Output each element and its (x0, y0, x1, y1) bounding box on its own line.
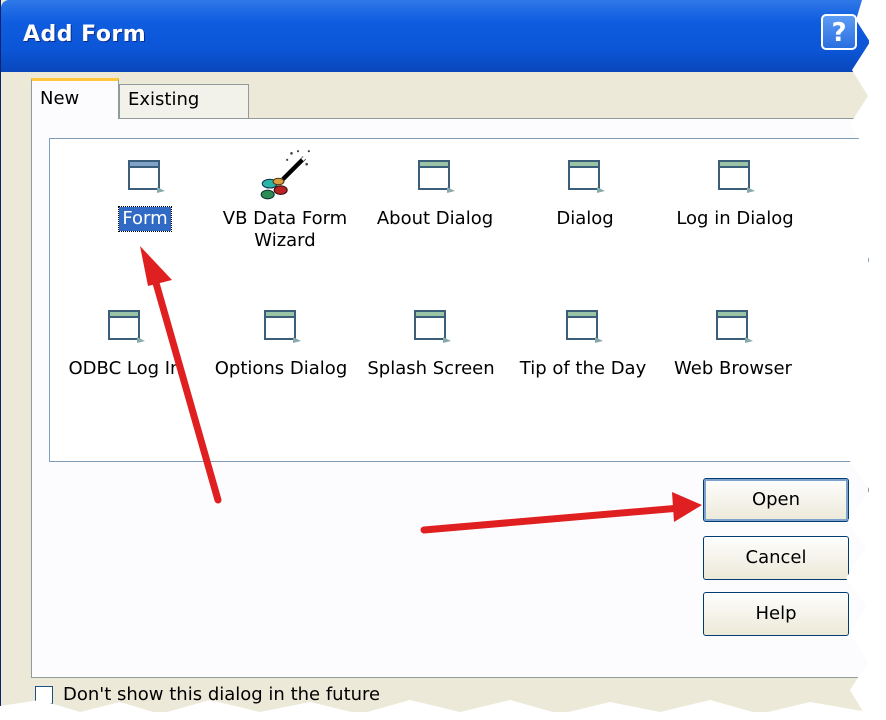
list-item-form[interactable]: Form (70, 153, 220, 232)
form-icon (108, 310, 145, 343)
list-item-splash-screen[interactable]: Splash Screen (356, 303, 506, 381)
item-label: Log in Dialog (676, 208, 794, 229)
item-label: About Dialog (376, 208, 494, 229)
form-icon (566, 310, 603, 343)
list-item-dialog[interactable]: Dialog (510, 153, 660, 231)
item-label: ODBC Log In (68, 358, 182, 379)
form-icon (414, 310, 451, 343)
cancel-button[interactable]: Cancel (703, 536, 849, 580)
list-item-vb-data-form-wizard[interactable]: VB Data Form Wizard (210, 149, 360, 253)
item-label: Tip of the Day (519, 358, 647, 379)
item-label: VB Data Form Wizard (222, 208, 348, 251)
tab-existing[interactable]: Existing (119, 84, 249, 118)
list-item-tip-of-the-day[interactable]: Tip of the Day (508, 303, 658, 381)
item-label: Options Dialog (214, 358, 348, 379)
item-label: Dialog (556, 208, 614, 229)
wizard-icon (260, 150, 310, 200)
form-icon (128, 160, 165, 193)
form-icon (418, 160, 455, 193)
window-title: Add Form (23, 22, 147, 47)
tab-new[interactable]: New (31, 78, 119, 119)
item-label: Form (118, 206, 172, 232)
help-question-icon[interactable]: ? (821, 14, 857, 50)
item-label: Web Browser (674, 358, 792, 379)
form-icon (718, 160, 755, 193)
help-button[interactable]: Help (703, 592, 849, 636)
form-icon (568, 160, 605, 193)
list-item-odbc-log-in[interactable]: ODBC Log In (50, 303, 200, 381)
form-icon (716, 310, 753, 343)
open-button[interactable]: Open (703, 478, 849, 522)
form-icon (264, 310, 301, 343)
item-label: Splash Screen (367, 358, 495, 379)
title-bar[interactable]: Add Form ? (1, 0, 869, 72)
list-item-options-dialog[interactable]: Options Dialog (206, 303, 356, 381)
list-item-log-in-dialog[interactable]: Log in Dialog (660, 153, 810, 231)
dont-show-label: Don't show this dialog in the future (63, 684, 381, 705)
template-list[interactable]: Form VB Data Form Wizard About Dialog Di… (49, 138, 869, 462)
list-item-web-browser[interactable]: Web Browser (658, 303, 808, 381)
add-form-dialog: Add Form ? New Existing Form VB Data For… (0, 0, 869, 712)
dont-show-checkbox[interactable] (35, 686, 53, 704)
list-item-about-dialog[interactable]: About Dialog (360, 153, 510, 231)
